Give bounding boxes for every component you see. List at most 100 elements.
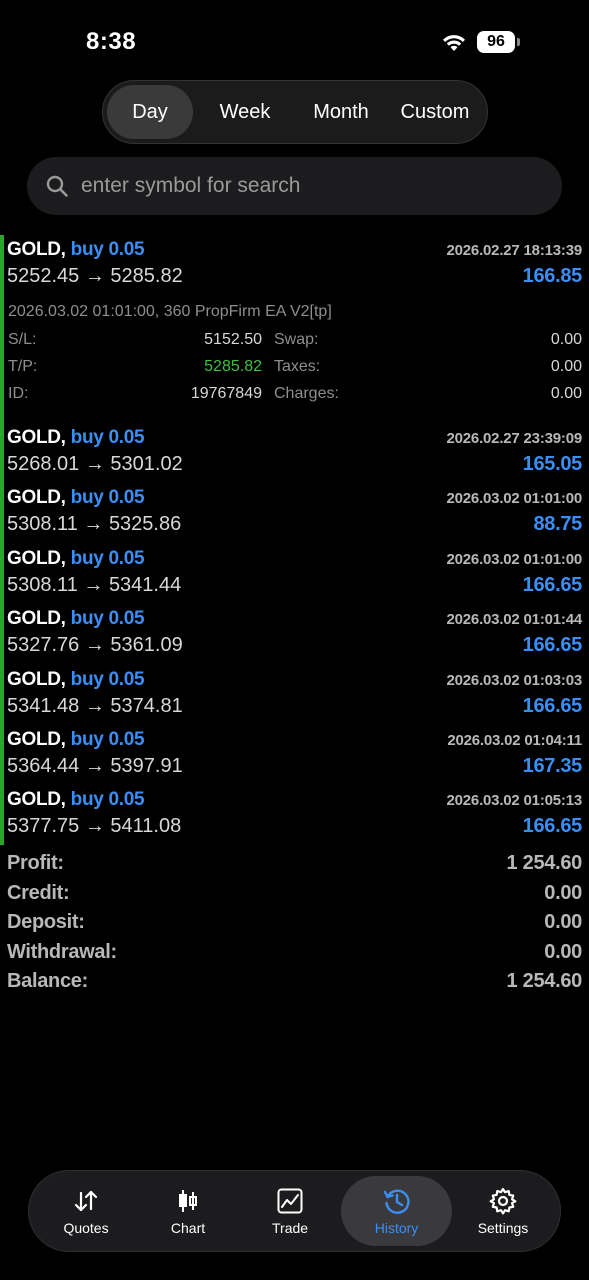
trade-side: buy 0.05 bbox=[70, 547, 145, 569]
tab-chart[interactable]: Chart bbox=[137, 1176, 239, 1246]
list-item[interactable]: GOLD, buy 0.05 2026.03.02 01:01:00 5308.… bbox=[0, 483, 589, 543]
tp-label: T/P: bbox=[8, 358, 38, 375]
trade-side: buy 0.05 bbox=[70, 728, 145, 750]
trade-profit: 165.05 bbox=[522, 453, 583, 475]
list-item[interactable]: GOLD, buy 0.05 2026.03.02 01:04:11 5364.… bbox=[0, 725, 589, 785]
tab-label: History bbox=[374, 1220, 419, 1236]
list-item[interactable]: GOLD, buy 0.05 2026.03.02 01:03:03 5341.… bbox=[0, 665, 589, 725]
summary-label: Deposit: bbox=[7, 911, 85, 934]
list-item[interactable]: GOLD, buy 0.05 2026.03.02 01:05:13 5377.… bbox=[0, 785, 589, 845]
summary-row-credit: Credit: 0.00 bbox=[7, 882, 582, 912]
trade-symbol: GOLD, bbox=[7, 547, 66, 569]
taxes-value: 0.00 bbox=[550, 358, 582, 375]
trade-symbol: GOLD, bbox=[7, 239, 66, 260]
trade-side: buy 0.05 bbox=[70, 239, 145, 260]
tab-trade[interactable]: Trade bbox=[239, 1176, 341, 1246]
tab-label: Settings bbox=[477, 1220, 529, 1236]
arrow-right-icon: → bbox=[84, 265, 105, 287]
trade-close-price: 5325.86 bbox=[108, 513, 182, 536]
status-icons: 96 bbox=[441, 31, 520, 53]
sl-value: 5152.50 bbox=[204, 331, 262, 348]
trade-profit: 167.35 bbox=[522, 754, 583, 777]
trade-symbol: GOLD, bbox=[7, 728, 66, 750]
wifi-icon bbox=[443, 35, 465, 51]
trade-symbol: GOLD, bbox=[7, 427, 66, 448]
summary-value: 0.00 bbox=[544, 911, 582, 934]
taxes-label: Taxes: bbox=[274, 358, 321, 375]
history-list: GOLD, buy 0.05 2026.02.27 18:13:39 5252.… bbox=[0, 235, 589, 846]
summary-row-withdrawal: Withdrawal: 0.00 bbox=[7, 941, 582, 971]
trade-side: buy 0.05 bbox=[70, 427, 145, 448]
tab-quotes[interactable]: Quotes bbox=[35, 1176, 137, 1246]
status-time: 8:38 bbox=[86, 28, 137, 55]
arrow-right-icon: → bbox=[84, 754, 105, 777]
history-clock-icon bbox=[383, 1189, 410, 1214]
summary-value: 1 254.60 bbox=[506, 970, 583, 993]
gear-icon bbox=[489, 1187, 517, 1215]
trade-datetime: 2026.03.02 01:01:44 bbox=[446, 611, 583, 629]
trade-close-price: 5341.44 bbox=[108, 573, 182, 596]
list-item[interactable]: GOLD, buy 0.05 2026.03.02 01:01:44 5327.… bbox=[0, 604, 589, 664]
trade-side: buy 0.05 bbox=[70, 608, 145, 630]
id-label: ID: bbox=[8, 385, 29, 402]
trade-details: S/L: 5152.50 Swap: 0.00 T/P: 5285.82 Tax… bbox=[8, 331, 582, 412]
trade-side: buy 0.05 bbox=[70, 487, 145, 509]
tab-history[interactable]: History bbox=[341, 1176, 452, 1246]
summary-row-profit: Profit: 1 254.60 bbox=[7, 852, 582, 882]
trade-close-price: 5397.91 bbox=[110, 754, 183, 777]
trade-open-price: 5377.75 bbox=[7, 815, 80, 838]
trade-close-price: 5411.08 bbox=[110, 815, 182, 838]
trade-chart-icon bbox=[277, 1188, 303, 1214]
tab-month[interactable]: Month bbox=[297, 85, 385, 139]
summary-label: Balance: bbox=[7, 970, 88, 993]
summary-label: Profit: bbox=[7, 852, 64, 874]
arrow-right-icon: → bbox=[84, 453, 105, 475]
trade-open-price: 5252.45 bbox=[7, 265, 80, 287]
period-selector: Day Week Month Custom bbox=[102, 80, 488, 144]
trade-datetime: 2026.03.02 01:04:11 bbox=[447, 731, 582, 749]
trade-profit: 88.75 bbox=[533, 513, 582, 536]
tab-settings[interactable]: Settings bbox=[452, 1176, 554, 1246]
list-item[interactable]: GOLD, buy 0.05 2026.02.27 23:39:09 5268.… bbox=[0, 423, 589, 483]
tab-label: Chart bbox=[170, 1220, 206, 1236]
bottom-tab-bar: Quotes Chart Trade History Settings bbox=[28, 1170, 561, 1252]
trade-open-price: 5268.01 bbox=[7, 453, 80, 475]
search-bar[interactable] bbox=[27, 157, 562, 215]
trade-symbol: GOLD, bbox=[7, 789, 66, 811]
trade-datetime: 2026.03.02 01:01:00 bbox=[446, 550, 583, 568]
trade-datetime: 2026.02.27 23:39:09 bbox=[446, 430, 583, 447]
summary-value: 1 254.60 bbox=[506, 852, 583, 874]
trade-side: buy 0.05 bbox=[70, 789, 145, 811]
arrow-right-icon: → bbox=[84, 815, 105, 838]
tab-day[interactable]: Day bbox=[107, 85, 193, 139]
trade-symbol: GOLD, bbox=[7, 487, 66, 509]
tab-label: Quotes bbox=[63, 1220, 109, 1236]
search-icon bbox=[46, 175, 68, 197]
arrow-right-icon: → bbox=[83, 513, 104, 536]
summary-row-deposit: Deposit: 0.00 bbox=[7, 911, 582, 941]
tab-custom[interactable]: Custom bbox=[385, 85, 485, 139]
quotes-arrows-icon bbox=[74, 1190, 98, 1212]
summary-label: Withdrawal: bbox=[7, 940, 117, 963]
trade-open-price: 5327.76 bbox=[7, 634, 80, 657]
list-item[interactable]: GOLD, buy 0.05 2026.03.02 01:01:00 5308.… bbox=[0, 544, 589, 604]
trade-profit: 166.65 bbox=[522, 694, 583, 717]
arrow-right-icon: → bbox=[84, 634, 105, 657]
tp-value: 5285.82 bbox=[204, 358, 262, 375]
candlestick-icon bbox=[179, 1190, 198, 1212]
tab-week[interactable]: Week bbox=[193, 85, 297, 139]
list-item[interactable]: GOLD, buy 0.05 2026.02.27 18:13:39 5252.… bbox=[0, 235, 589, 423]
account-summary: Profit: 1 254.60 Credit: 0.00 Deposit: 0… bbox=[7, 852, 582, 1000]
search-input[interactable] bbox=[81, 174, 521, 198]
trade-open-price: 5341.48 bbox=[7, 694, 80, 717]
trade-symbol: GOLD, bbox=[7, 608, 66, 630]
tab-label: Trade bbox=[272, 1220, 309, 1236]
trade-datetime: 2026.03.02 01:05:13 bbox=[446, 792, 583, 810]
trade-close-price: 5361.09 bbox=[110, 634, 183, 657]
summary-label: Credit: bbox=[7, 881, 70, 904]
trade-datetime: 2026.03.02 01:03:03 bbox=[446, 671, 583, 689]
trade-close-price: 5301.02 bbox=[110, 453, 183, 475]
trade-profit: 166.65 bbox=[522, 573, 583, 596]
battery-icon: 96 bbox=[477, 31, 520, 53]
trade-side: buy 0.05 bbox=[70, 668, 145, 690]
